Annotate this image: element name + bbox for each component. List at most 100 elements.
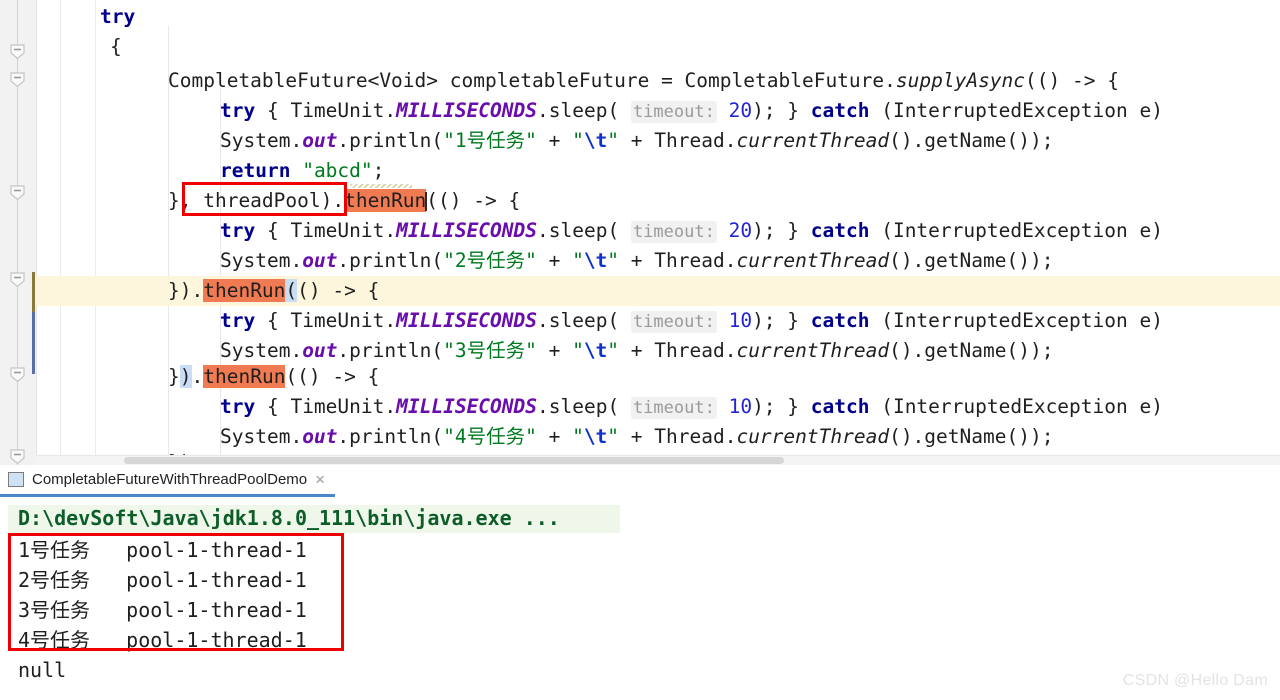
code-token: (() -> { bbox=[1025, 69, 1119, 92]
code-line[interactable]: }).thenRun(() -> { bbox=[168, 362, 379, 392]
fold-marker-icon[interactable] bbox=[8, 270, 27, 289]
code-line[interactable]: CompletableFuture<Void> completableFutur… bbox=[168, 66, 1119, 96]
code-token: { bbox=[110, 35, 122, 58]
code-token: { TimeUnit. bbox=[255, 309, 397, 332]
code-lines-area[interactable]: try { CompletableFuture<Void> completableF… bbox=[36, 0, 1280, 455]
code-token: \t bbox=[583, 129, 608, 152]
code-token: + Thread. bbox=[619, 129, 737, 152]
code-token: \t bbox=[583, 249, 608, 272]
code-token: try bbox=[220, 395, 256, 418]
fold-marker-icon[interactable] bbox=[8, 365, 27, 384]
parameter-hint: timeout: bbox=[630, 101, 717, 123]
inspection-squiggle bbox=[350, 184, 412, 188]
code-token: + Thread. bbox=[619, 339, 737, 362]
code-token: .println( bbox=[337, 339, 444, 362]
code-token: try bbox=[100, 5, 136, 28]
fold-marker-icon[interactable] bbox=[8, 42, 27, 61]
code-editor[interactable]: try { CompletableFuture<Void> completableF… bbox=[0, 0, 1280, 465]
code-token: ); } bbox=[752, 309, 811, 332]
code-token: return bbox=[220, 159, 291, 182]
matched-brace: ( bbox=[285, 279, 298, 302]
code-token: currentThread bbox=[736, 425, 890, 448]
code-token: System. bbox=[220, 249, 303, 272]
search-match-highlight: thenRun bbox=[203, 365, 286, 388]
code-token: .println( bbox=[337, 425, 444, 448]
code-folding-gutter[interactable] bbox=[0, 0, 37, 465]
parameter-hint: timeout: bbox=[630, 397, 717, 419]
code-line[interactable]: try bbox=[100, 2, 135, 32]
console-output-line-null: null bbox=[18, 658, 67, 682]
code-token: "1号任务" bbox=[443, 129, 537, 152]
change-marker-bar-2 bbox=[32, 312, 35, 374]
code-token: "2号任务" bbox=[443, 249, 537, 272]
fold-marker-icon[interactable] bbox=[8, 447, 27, 465]
code-line[interactable]: System.out.println("2号任务" + "\t" + Threa… bbox=[220, 246, 1053, 276]
code-token: " bbox=[607, 425, 620, 448]
code-line[interactable]: }, threadPool).thenRun(() -> { bbox=[168, 186, 520, 216]
editor-hscrollbar-thumb[interactable] bbox=[124, 457, 784, 464]
code-line[interactable]: System.out.println("1号任务" + "\t" + Threa… bbox=[220, 126, 1053, 156]
watermark: CSDN @Hello Dam bbox=[1122, 672, 1268, 689]
code-token: + bbox=[536, 339, 573, 362]
code-line[interactable]: System.out.println("4号任务" + "\t" + Threa… bbox=[220, 422, 1053, 452]
code-token: 10 bbox=[728, 395, 753, 418]
code-line[interactable]: try { TimeUnit.MILLISECONDS.sleep( timeo… bbox=[220, 306, 1163, 336]
fold-marker-icon[interactable] bbox=[8, 70, 27, 89]
code-token: + bbox=[536, 249, 573, 272]
code-token: }, threadPool). bbox=[168, 189, 345, 212]
console-output[interactable]: D:\devSoft\Java\jdk1.8.0_111\bin\java.ex… bbox=[0, 498, 1280, 700]
code-token: }). bbox=[168, 279, 204, 302]
code-token: try bbox=[220, 309, 256, 332]
code-line[interactable]: return "abcd"; bbox=[220, 156, 384, 186]
code-token: "3号任务" bbox=[443, 339, 537, 362]
code-token: MILLISECONDS bbox=[396, 395, 538, 418]
code-token: currentThread bbox=[736, 339, 890, 362]
code-token: .println( bbox=[337, 129, 444, 152]
code-token: MILLISECONDS bbox=[396, 99, 538, 122]
code-token: " bbox=[572, 339, 584, 362]
code-token: try bbox=[220, 99, 256, 122]
code-token: "abcd" bbox=[302, 159, 373, 182]
code-token: (InterruptedException e) bbox=[869, 309, 1163, 332]
code-token: ().getName()); bbox=[889, 129, 1054, 152]
code-token: () -> { bbox=[297, 279, 380, 302]
close-icon[interactable]: × bbox=[315, 471, 325, 488]
code-token: + Thread. bbox=[619, 249, 737, 272]
code-token: ().getName()); bbox=[889, 339, 1054, 362]
code-line[interactable]: }); bbox=[168, 448, 203, 455]
ide-screenshot: try { CompletableFuture<Void> completableF… bbox=[0, 0, 1280, 700]
code-token: " bbox=[572, 249, 584, 272]
code-token: MILLISECONDS bbox=[396, 219, 538, 242]
code-token: catch bbox=[810, 309, 870, 332]
code-token: ().getName()); bbox=[889, 249, 1054, 272]
code-token: + Thread. bbox=[619, 425, 737, 448]
code-line[interactable]: { bbox=[110, 32, 122, 62]
code-line[interactable]: try { TimeUnit.MILLISECONDS.sleep( timeo… bbox=[220, 96, 1163, 126]
code-token: (InterruptedException e) bbox=[869, 99, 1163, 122]
code-token: ); } bbox=[752, 99, 811, 122]
code-token: ); } bbox=[752, 219, 811, 242]
console-tabstrip[interactable]: CompletableFutureWithThreadPoolDemo × bbox=[0, 465, 1280, 499]
code-line[interactable]: try { TimeUnit.MILLISECONDS.sleep( timeo… bbox=[220, 216, 1163, 246]
code-token: out bbox=[302, 425, 338, 448]
code-token: (InterruptedException e) bbox=[869, 219, 1163, 242]
code-line[interactable]: }).thenRun(() -> { bbox=[168, 276, 379, 306]
run-tab[interactable]: CompletableFutureWithThreadPoolDemo × bbox=[0, 465, 336, 497]
code-token: .sleep( bbox=[537, 219, 631, 242]
code-token: System. bbox=[220, 425, 303, 448]
code-token: { TimeUnit. bbox=[255, 99, 397, 122]
code-token: \t bbox=[583, 339, 608, 362]
code-token: "4号任务" bbox=[443, 425, 537, 448]
code-token: " bbox=[607, 129, 620, 152]
fold-marker-icon[interactable] bbox=[8, 183, 27, 202]
code-token: " bbox=[607, 249, 620, 272]
run-tab-label: CompletableFutureWithThreadPoolDemo bbox=[32, 471, 308, 488]
code-line[interactable]: try { TimeUnit.MILLISECONDS.sleep( timeo… bbox=[220, 392, 1163, 422]
run-console-panel[interactable]: CompletableFutureWithThreadPoolDemo × D:… bbox=[0, 465, 1280, 700]
code-token: (InterruptedException e) bbox=[869, 395, 1163, 418]
code-token: + bbox=[536, 129, 573, 152]
